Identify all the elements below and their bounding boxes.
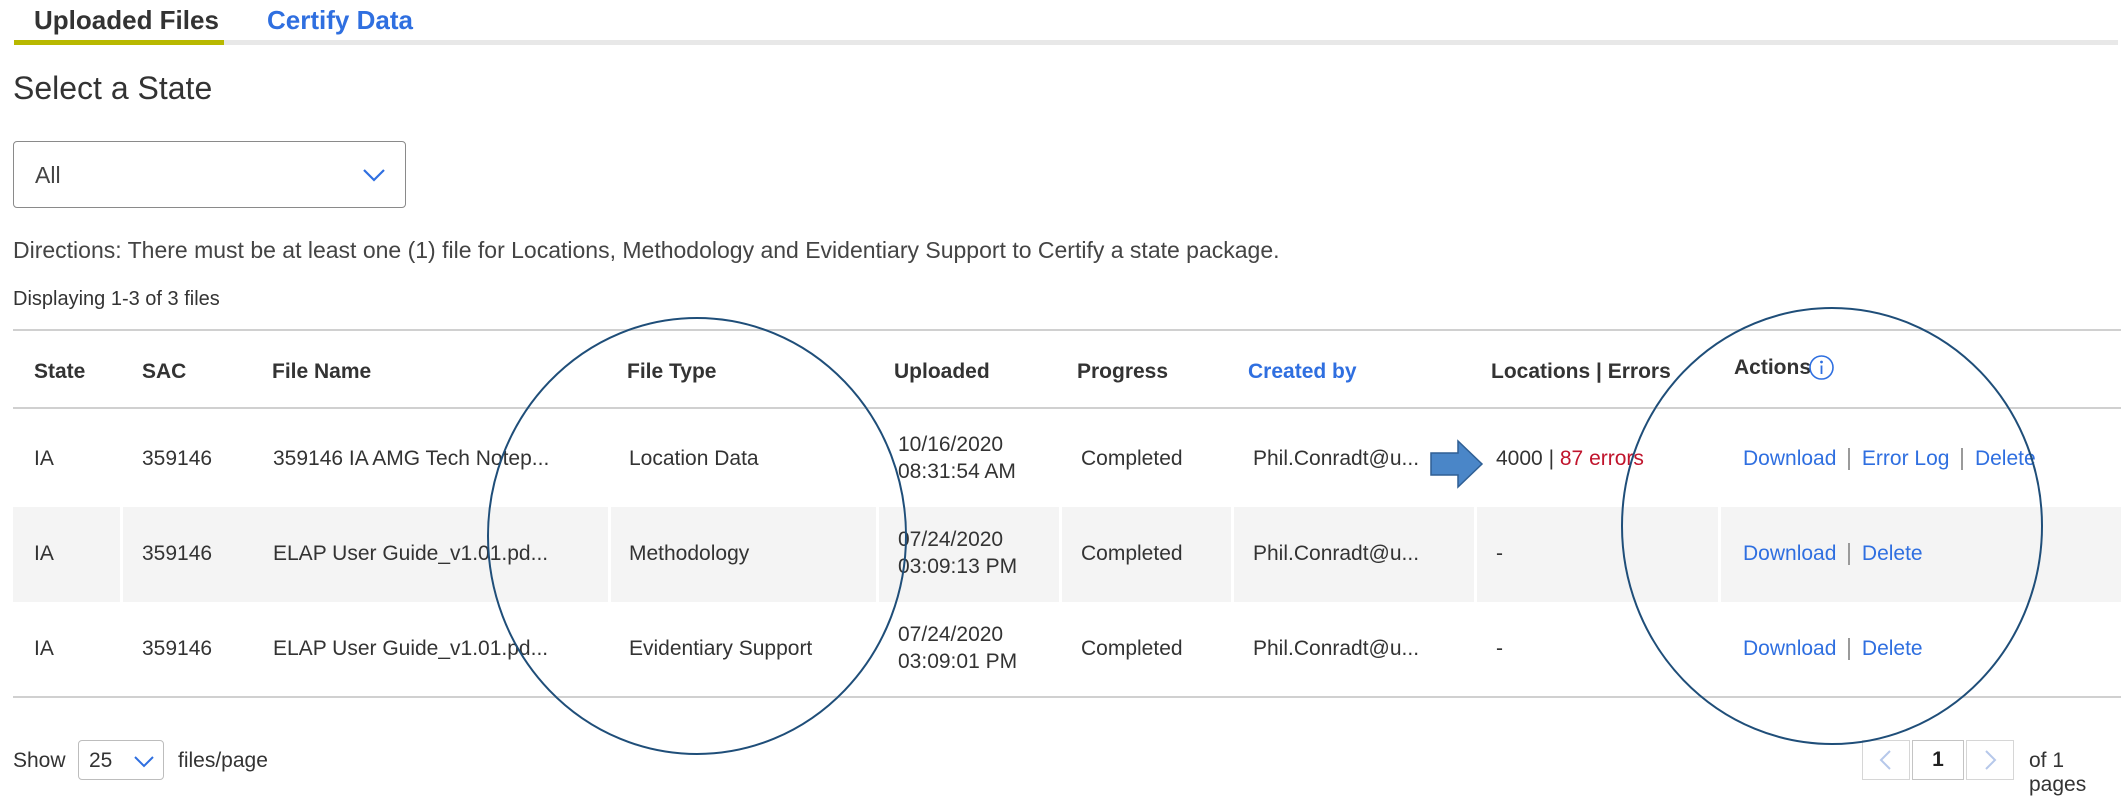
download-link[interactable]: Download	[1743, 637, 1836, 660]
download-link[interactable]: Download	[1743, 542, 1836, 565]
cell-sac: 359146	[142, 637, 213, 660]
header-created-by[interactable]: Created by	[1248, 360, 1357, 384]
cell-actions: Download Delete	[1743, 637, 1923, 661]
column-divider	[120, 507, 123, 602]
cell-actions: Download Error Log Delete	[1743, 447, 2036, 471]
directions-text: Directions: There must be at least one (…	[13, 237, 1280, 263]
error-log-link[interactable]: Error Log	[1862, 447, 1950, 470]
previous-page-button[interactable]	[1862, 740, 1910, 780]
header-file-name: File Name	[272, 360, 372, 383]
cell-progress: Completed	[1081, 637, 1183, 660]
locations-separator: |	[1548, 447, 1555, 470]
action-divider	[1848, 543, 1850, 566]
header-locations-errors: Locations | Errors	[1491, 360, 1671, 383]
action-divider	[1848, 638, 1850, 661]
locations-count: 4000	[1496, 447, 1543, 470]
cell-file-name: 359146 IA AMG Tech Notep...	[273, 447, 550, 470]
column-divider	[1718, 507, 1721, 602]
column-divider	[876, 507, 879, 602]
cell-state: IA	[34, 637, 54, 660]
page-size-select[interactable]: 25	[78, 740, 164, 780]
active-tab-indicator	[14, 40, 224, 45]
page-size-value: 25	[89, 749, 113, 772]
tab-certify-data[interactable]: Certify Data	[267, 0, 413, 40]
cell-locations-errors: -	[1496, 542, 1503, 565]
table-top-border	[13, 329, 2121, 331]
next-page-button[interactable]	[1966, 740, 2014, 780]
cell-locations-errors: -	[1496, 637, 1503, 660]
cell-uploaded-date: 07/24/2020	[898, 623, 1004, 646]
table-header-border	[13, 407, 2121, 409]
cell-locations-errors: 4000 | 87 errors	[1496, 447, 1644, 471]
show-label: Show	[13, 749, 66, 772]
cell-state: IA	[34, 447, 54, 470]
column-divider	[1231, 507, 1234, 602]
column-divider	[1059, 507, 1062, 602]
header-sac: SAC	[142, 360, 187, 383]
cell-created-by: Phil.Conradt@u...	[1253, 447, 1420, 470]
cell-file-name: ELAP User Guide_v1.01.pd...	[273, 637, 549, 660]
table-row: IA 359146 ELAP User Guide_v1.01.pd... Ev…	[13, 602, 2121, 697]
cell-uploaded-time: 08:31:54 AM	[898, 460, 1016, 483]
errors-count: 87 errors	[1559, 447, 1644, 470]
cell-uploaded-date: 10/16/2020	[898, 433, 1004, 456]
header-actions: Actions	[1734, 356, 1812, 379]
cell-created-by: Phil.Conradt@u...	[1253, 637, 1420, 660]
cell-actions: Download Delete	[1743, 542, 1923, 566]
files-per-page-label: files/page	[178, 749, 268, 772]
column-divider	[608, 507, 611, 602]
chevron-right-icon	[1985, 750, 1997, 770]
chevron-down-icon	[134, 756, 154, 768]
cell-uploaded-time: 03:09:13 PM	[898, 555, 1018, 578]
table-row: IA 359146 ELAP User Guide_v1.01.pd... Me…	[13, 507, 2121, 602]
cell-state: IA	[34, 542, 54, 565]
cell-uploaded-date: 07/24/2020	[898, 528, 1004, 551]
tab-bar-baseline	[14, 40, 2118, 45]
displaying-count: Displaying 1-3 of 3 files	[13, 288, 220, 310]
state-select-value: All	[35, 162, 61, 188]
chevron-left-icon	[1879, 750, 1891, 770]
cell-file-name: ELAP User Guide_v1.01.pd...	[273, 542, 549, 565]
action-divider	[1961, 448, 1963, 471]
header-progress: Progress	[1077, 360, 1169, 383]
cell-file-type: Location Data	[629, 447, 759, 470]
cell-file-type: Methodology	[629, 542, 750, 565]
state-select[interactable]: All	[13, 141, 406, 208]
current-page[interactable]: 1	[1912, 740, 1964, 780]
header-state: State	[34, 360, 86, 383]
header-uploaded: Uploaded	[894, 360, 990, 383]
action-divider	[1848, 448, 1850, 471]
cell-sac: 359146	[142, 447, 213, 470]
column-divider	[1474, 507, 1477, 602]
of-pages-label: of 1 pages	[2029, 749, 2087, 796]
delete-link[interactable]: Delete	[1975, 447, 2036, 470]
cell-uploaded-time: 03:09:01 PM	[898, 650, 1018, 673]
cell-progress: Completed	[1081, 542, 1183, 565]
download-link[interactable]: Download	[1743, 447, 1836, 470]
tab-bar: Uploaded Files Certify Data	[0, 0, 2121, 46]
info-circle-icon[interactable]	[1808, 354, 1835, 381]
cell-created-by: Phil.Conradt@u...	[1253, 542, 1420, 565]
tab-uploaded-files[interactable]: Uploaded Files	[34, 0, 219, 40]
delete-link[interactable]: Delete	[1862, 542, 1923, 565]
delete-link[interactable]: Delete	[1862, 637, 1923, 660]
cell-file-type: Evidentiary Support	[629, 637, 813, 660]
table-row: IA 359146 359146 IA AMG Tech Notep... Lo…	[13, 412, 2121, 507]
cell-sac: 359146	[142, 542, 213, 565]
chevron-down-icon	[363, 169, 385, 182]
page-title: Select a State	[13, 70, 213, 106]
cell-progress: Completed	[1081, 447, 1183, 470]
header-file-type: File Type	[627, 360, 717, 383]
